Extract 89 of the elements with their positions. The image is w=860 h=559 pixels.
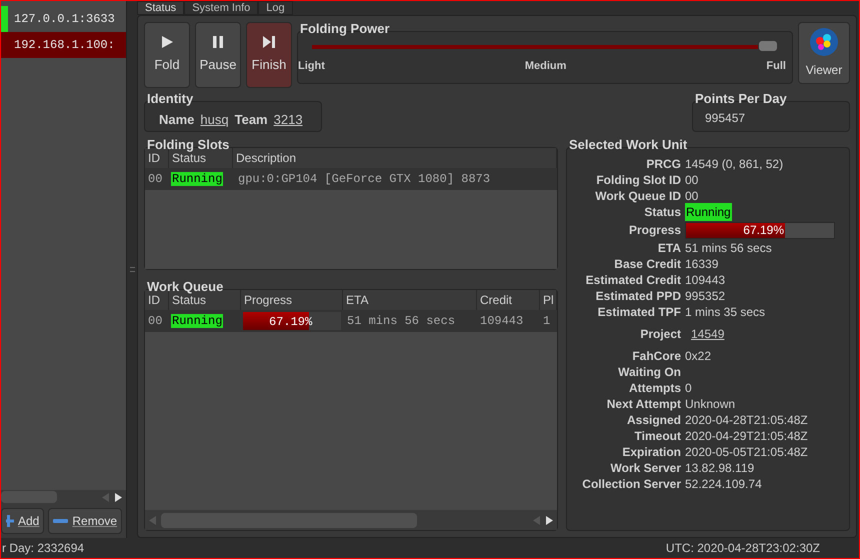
field-value: 1 mins 35 secs bbox=[685, 304, 766, 321]
group-title: Identity bbox=[147, 91, 194, 107]
field-label: Work Server bbox=[610, 460, 681, 477]
table-cell-text: gpu:0:GP104 [GeForce GTX 1080] 8873 bbox=[237, 171, 492, 188]
client-address: 192.168.1.100: bbox=[14, 37, 115, 54]
minus-icon bbox=[53, 519, 68, 523]
status-text: r Day: 2332694 bbox=[2, 540, 84, 557]
add-button[interactable]: Add bbox=[1, 508, 44, 534]
field-label: Expiration bbox=[621, 444, 681, 461]
field-value: 16339 bbox=[685, 256, 718, 273]
group-title: Folding Power bbox=[300, 21, 390, 37]
scroll-left-icon[interactable] bbox=[149, 516, 157, 524]
ppd-value: 995457 bbox=[704, 110, 746, 127]
table-cell-text: 1 bbox=[542, 313, 552, 330]
field-label: Estimated Credit bbox=[584, 272, 681, 289]
client-item[interactable]: 127.0.0.1:3633 bbox=[1, 6, 126, 32]
scroll-left-icon[interactable] bbox=[533, 516, 541, 524]
slider-label: Medium bbox=[524, 59, 566, 74]
group-title: Selected Work Unit bbox=[569, 137, 688, 153]
field-value: 0 bbox=[685, 380, 692, 397]
scroll-right-icon[interactable] bbox=[545, 516, 553, 524]
field-value: 2020-05-05T21:05:48Z bbox=[685, 444, 808, 461]
field-label: Collection Server bbox=[581, 476, 681, 493]
slider-handle[interactable] bbox=[758, 40, 778, 52]
name-link[interactable]: husq bbox=[200, 110, 229, 130]
field-label: Folding Slot ID bbox=[595, 172, 681, 189]
scroll-left-icon[interactable] bbox=[102, 492, 110, 502]
field-label: Assigned bbox=[626, 412, 681, 429]
field-value: 2020-04-29T21:05:48Z bbox=[685, 428, 808, 445]
plus-icon bbox=[6, 515, 14, 527]
field-value: 13.82.98.119 bbox=[685, 460, 754, 477]
table-cell-text: 51 mins 56 secs bbox=[346, 313, 456, 330]
field-label: Work Queue ID bbox=[594, 188, 681, 205]
field-value: 0x22 bbox=[685, 348, 712, 365]
name-label: Name bbox=[159, 111, 194, 129]
table-cell-text: 109443 bbox=[479, 313, 524, 330]
play-icon bbox=[160, 35, 174, 50]
slider-label: Light bbox=[298, 59, 325, 74]
field-value: 995352 bbox=[685, 288, 726, 305]
globe-icon bbox=[809, 27, 839, 57]
field-label: Base Credit bbox=[613, 256, 681, 273]
field-label: Estimated PPD bbox=[594, 288, 681, 305]
progress-text: 67.19% bbox=[743, 222, 784, 238]
pause-button[interactable]: Pause bbox=[195, 22, 241, 88]
field-value: 51 mins 56 secs bbox=[685, 240, 772, 257]
tab[interactable]: Status bbox=[137, 1, 184, 15]
status-label: Running bbox=[685, 203, 732, 221]
field-label: PRCG bbox=[645, 156, 681, 173]
status-text: UTC: 2020-04-28T23:02:30Z bbox=[666, 540, 820, 557]
field-value: 2020-04-28T21:05:48Z bbox=[685, 412, 808, 429]
field-label: Progress bbox=[628, 222, 681, 239]
field-value: 00 bbox=[685, 188, 698, 205]
tab[interactable]: System Info bbox=[184, 1, 258, 15]
remove-button[interactable]: Remove bbox=[48, 508, 122, 534]
table-cell-text: 00 bbox=[147, 313, 164, 330]
field-value: 52.224.109.74 bbox=[685, 476, 762, 493]
team-link[interactable]: 3213 bbox=[274, 110, 303, 130]
field-label: FahCore bbox=[631, 348, 681, 365]
client-address: 127.0.0.1:3633 bbox=[14, 11, 115, 28]
field-label: Waiting On bbox=[617, 364, 681, 381]
project-link[interactable]: 14549 bbox=[691, 325, 724, 343]
field-label: Estimated TPF bbox=[596, 304, 681, 321]
slider-label: Full bbox=[766, 59, 786, 74]
power-slider[interactable] bbox=[312, 40, 778, 54]
field-label: Status bbox=[643, 204, 681, 221]
pause-icon bbox=[211, 35, 225, 50]
status-label: Running bbox=[171, 172, 224, 186]
field-value: 109443 bbox=[685, 272, 726, 289]
status-label: Running bbox=[171, 314, 224, 328]
table-cell-text: 00 bbox=[147, 171, 164, 188]
viewer-button[interactable]: Viewer bbox=[798, 22, 850, 84]
field-value: 14549 (0, 861, 52) bbox=[685, 156, 784, 173]
field-label: Project bbox=[639, 326, 681, 343]
group-title: Points Per Day bbox=[695, 91, 787, 107]
field-label: Timeout bbox=[634, 428, 681, 445]
field-value: Unknown bbox=[685, 396, 736, 413]
team-label: Team bbox=[234, 111, 268, 129]
scroll-right-icon[interactable] bbox=[114, 492, 122, 502]
tab[interactable]: Log bbox=[258, 1, 293, 15]
scrollbar-thumb[interactable] bbox=[1, 491, 57, 503]
finish-button[interactable]: Finish bbox=[246, 22, 292, 88]
field-label: Next Attempt bbox=[606, 396, 681, 413]
field-label: Attempts bbox=[628, 380, 681, 397]
field-label: ETA bbox=[656, 240, 681, 257]
progress-bar: 67.19% bbox=[243, 312, 341, 330]
client-item[interactable]: 192.168.1.100: bbox=[1, 32, 126, 58]
skip-end-icon bbox=[262, 35, 276, 50]
field-value: 00 bbox=[685, 172, 698, 189]
fold-button[interactable]: Fold bbox=[144, 22, 190, 88]
